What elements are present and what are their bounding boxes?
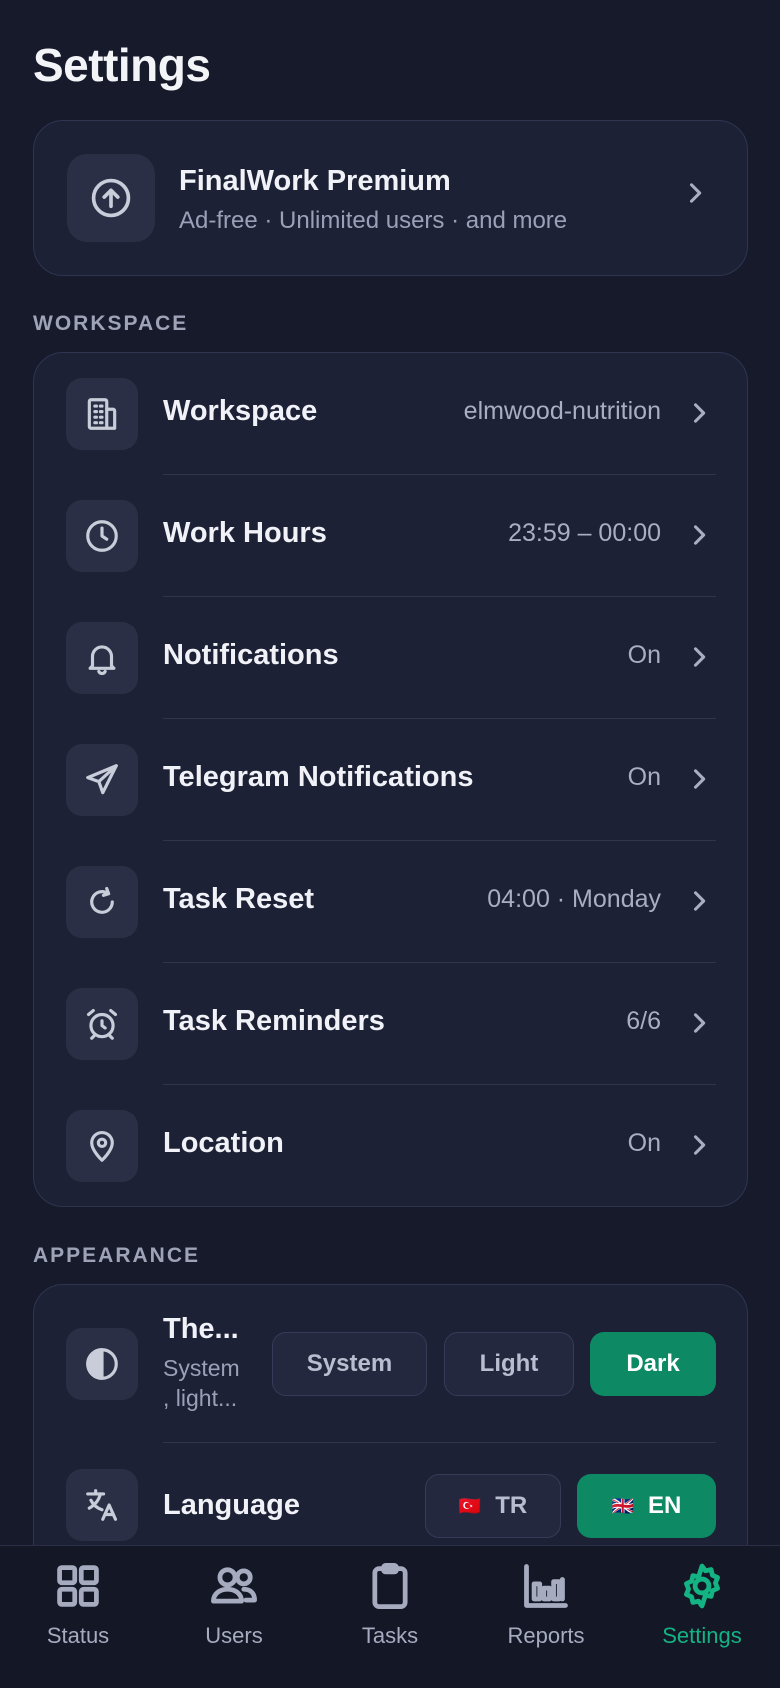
flag-tr-icon: 🇹🇷	[458, 1495, 482, 1516]
contrast-icon	[66, 1328, 138, 1400]
flag-gb-icon: 🇬🇧	[611, 1495, 635, 1516]
row-label: Telegram Notifications	[163, 761, 474, 793]
bottom-tab-bar: Status Users Tasks Reports Settings	[0, 1545, 780, 1688]
tab-label: Settings	[662, 1623, 742, 1648]
premium-subtitle: Ad-free · Unlimited users · and more	[179, 207, 568, 234]
theme-label: The...	[163, 1313, 239, 1345]
theme-option-dark[interactable]: Dark	[590, 1332, 716, 1396]
row-label: Work Hours	[163, 517, 327, 549]
settings-row-work-hours[interactable]: Work Hours 23:59 – 00:00	[34, 475, 749, 597]
chevron-right-icon	[685, 765, 713, 798]
chevron-right-icon	[685, 643, 713, 676]
theme-description-cont: , light...	[163, 1385, 238, 1411]
settings-row-workspace[interactable]: Workspace elmwood-nutrition	[34, 353, 749, 475]
language-label: Language	[163, 1489, 300, 1521]
bar-chart-icon	[524, 1564, 568, 1608]
settings-row-notifications[interactable]: Notifications On	[34, 597, 749, 719]
chevron-right-icon	[685, 1009, 713, 1042]
row-value: elmwood-nutrition	[463, 397, 661, 425]
theme-description: System	[163, 1355, 240, 1381]
settings-row-task-reminders[interactable]: Task Reminders 6/6	[34, 963, 749, 1085]
language-option-tr[interactable]: 🇹🇷 TR	[425, 1474, 561, 1538]
settings-page: Settings FinalWork Premium Ad-free · Unl…	[0, 0, 780, 1545]
workspace-settings-card: Workspace elmwood-nutrition Work Hours 2…	[33, 352, 748, 1207]
settings-row-location[interactable]: Location On	[34, 1085, 749, 1207]
gear-icon	[684, 1563, 720, 1609]
page-title: Settings	[33, 39, 211, 91]
settings-row-task-reset[interactable]: Task Reset 04:00 · Monday	[34, 841, 749, 963]
send-icon	[66, 744, 138, 816]
language-code: EN	[648, 1492, 682, 1519]
theme-option-system[interactable]: System	[272, 1332, 427, 1396]
tab-label: Tasks	[361, 1623, 419, 1648]
alarm-clock-icon	[66, 988, 138, 1060]
refresh-icon	[66, 866, 138, 938]
row-value: On	[627, 763, 661, 791]
clock-icon	[66, 500, 138, 572]
tab-label: Status	[46, 1623, 110, 1648]
row-value: On	[627, 1129, 661, 1157]
row-value: 23:59 – 00:00	[508, 519, 661, 547]
tab-settings[interactable]: Settings	[624, 1560, 780, 1649]
premium-card[interactable]: FinalWork Premium Ad-free · Unlimited us…	[33, 120, 748, 276]
tab-label: Users	[205, 1623, 263, 1648]
row-label: Notifications	[163, 639, 339, 671]
map-pin-icon	[66, 1110, 138, 1182]
premium-title: FinalWork Premium	[179, 165, 451, 197]
chevron-right-icon	[685, 521, 713, 554]
users-icon	[211, 1567, 257, 1604]
row-label: Task Reset	[163, 883, 314, 915]
clipboard-icon	[372, 1563, 408, 1609]
chevron-right-icon	[685, 1131, 713, 1164]
tab-reports[interactable]: Reports	[468, 1560, 624, 1649]
settings-row-theme: The... System , light... System Light Da…	[34, 1285, 749, 1443]
row-value: 04:00 · Monday	[487, 885, 661, 913]
section-label-workspace: WORKSPACE	[33, 312, 189, 335]
row-value: On	[627, 641, 661, 669]
row-label: Task Reminders	[163, 1005, 385, 1037]
language-code: TR	[495, 1492, 528, 1519]
settings-row-language: Language 🇹🇷 TR 🇬🇧 EN	[34, 1443, 749, 1545]
settings-row-telegram-notifications[interactable]: Telegram Notifications On	[34, 719, 749, 841]
bell-icon	[66, 622, 138, 694]
appearance-settings-card: The... System , light... System Light Da…	[33, 1284, 748, 1545]
row-label: Workspace	[163, 395, 318, 427]
theme-option-light[interactable]: Light	[444, 1332, 574, 1396]
tab-status[interactable]: Status	[0, 1560, 156, 1649]
tab-tasks[interactable]: Tasks	[312, 1560, 468, 1649]
arrow-up-circle-icon	[67, 154, 155, 242]
row-label: Location	[163, 1127, 284, 1159]
chevron-right-icon	[681, 179, 709, 212]
row-value: 6/6	[626, 1007, 661, 1035]
tab-users[interactable]: Users	[156, 1560, 312, 1649]
tab-label: Reports	[507, 1623, 585, 1648]
translate-icon	[66, 1469, 138, 1541]
chevron-right-icon	[685, 399, 713, 432]
chevron-right-icon	[685, 887, 713, 920]
grid-icon	[57, 1565, 99, 1607]
building-icon	[66, 378, 138, 450]
language-option-en[interactable]: 🇬🇧 EN	[577, 1474, 716, 1538]
section-label-appearance: APPEARANCE	[33, 1244, 201, 1267]
